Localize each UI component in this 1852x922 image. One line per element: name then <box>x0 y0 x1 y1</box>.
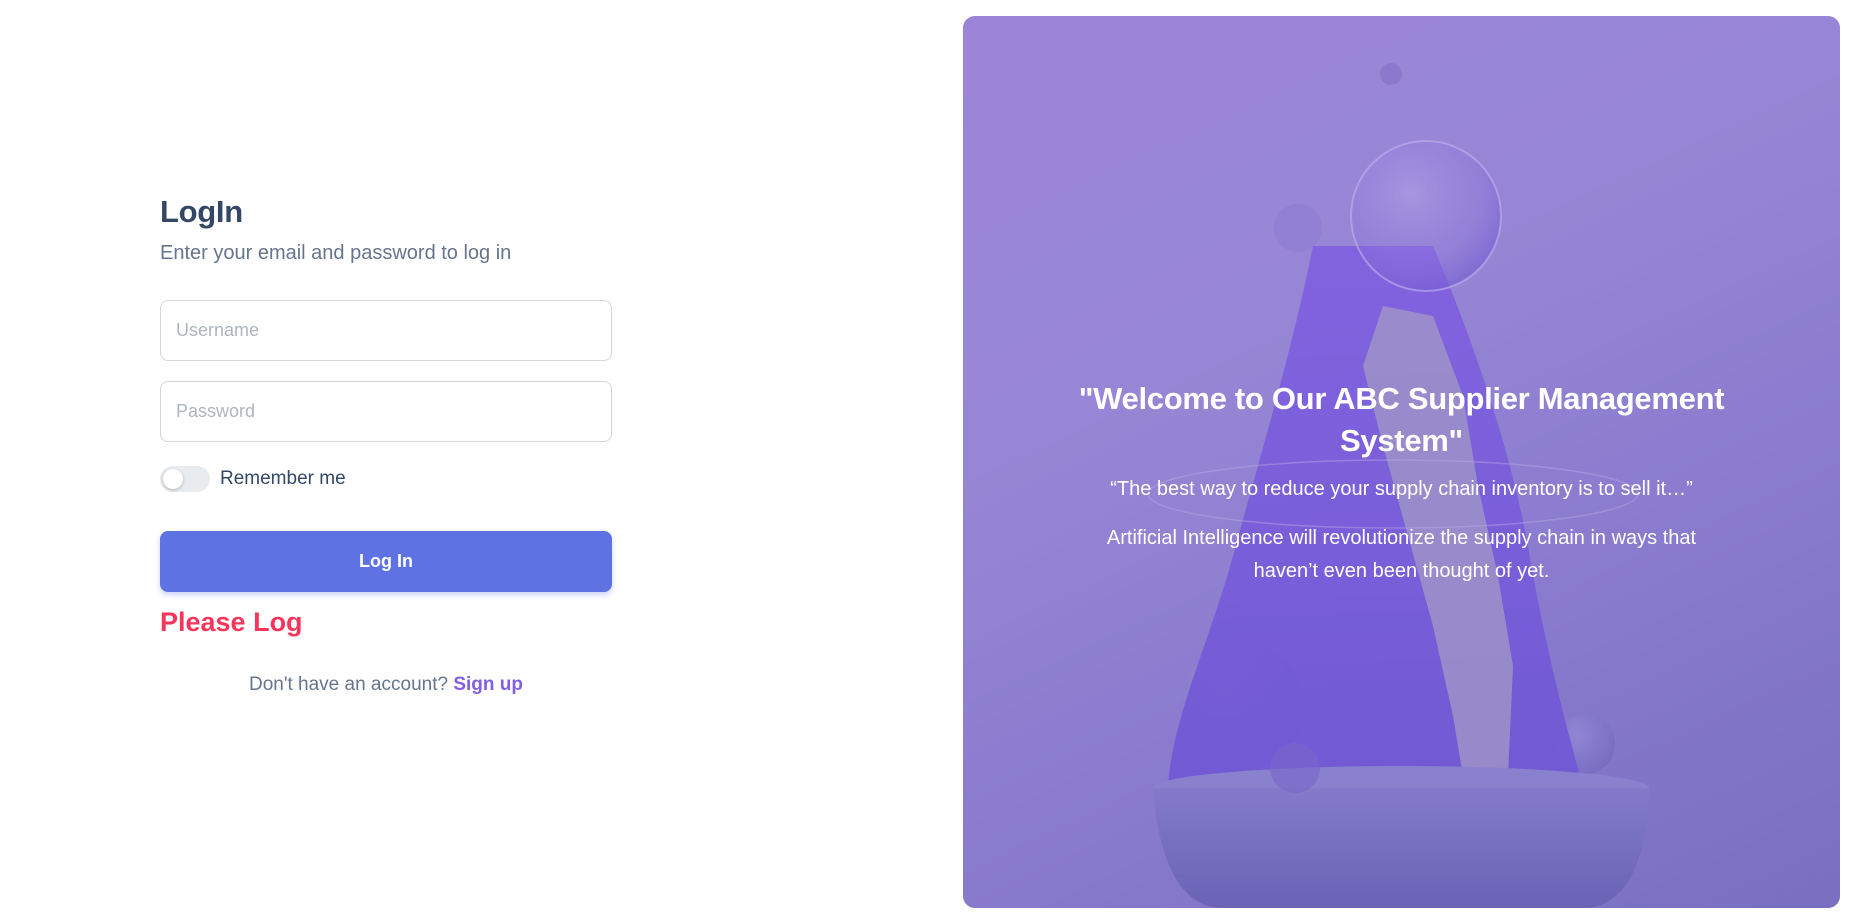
remember-me-row: Remember me <box>160 464 612 494</box>
hero-title: "Welcome to Our ABC Supplier Management … <box>1078 381 1725 458</box>
signup-row: Don't have an account? Sign up <box>160 674 612 696</box>
page-title: LogIn <box>160 194 243 229</box>
password-input[interactable] <box>160 381 612 442</box>
signup-link[interactable]: Sign up <box>453 674 523 695</box>
login-button[interactable]: Log In <box>160 531 612 592</box>
hero-text: "Welcome to Our ABC Supplier Management … <box>1073 378 1730 588</box>
page-subtitle: Enter your email and password to log in <box>160 242 512 264</box>
remember-me-label: Remember me <box>220 468 346 489</box>
hero-quote: “The best way to reduce your supply chai… <box>1110 478 1693 500</box>
remember-me-toggle[interactable] <box>160 466 210 492</box>
login-form: LogIn Enter your email and password to l… <box>160 190 612 696</box>
signup-prompt: Don't have an account? <box>249 674 449 695</box>
hero-description: Artificial Intelligence will revolutioni… <box>1106 527 1697 582</box>
hero-panel: "Welcome to Our ABC Supplier Management … <box>963 16 1840 908</box>
error-message: Please Log <box>160 607 303 637</box>
login-page: LogIn Enter your email and password to l… <box>0 0 1852 922</box>
toggle-knob <box>163 469 183 489</box>
username-input[interactable] <box>160 300 612 361</box>
